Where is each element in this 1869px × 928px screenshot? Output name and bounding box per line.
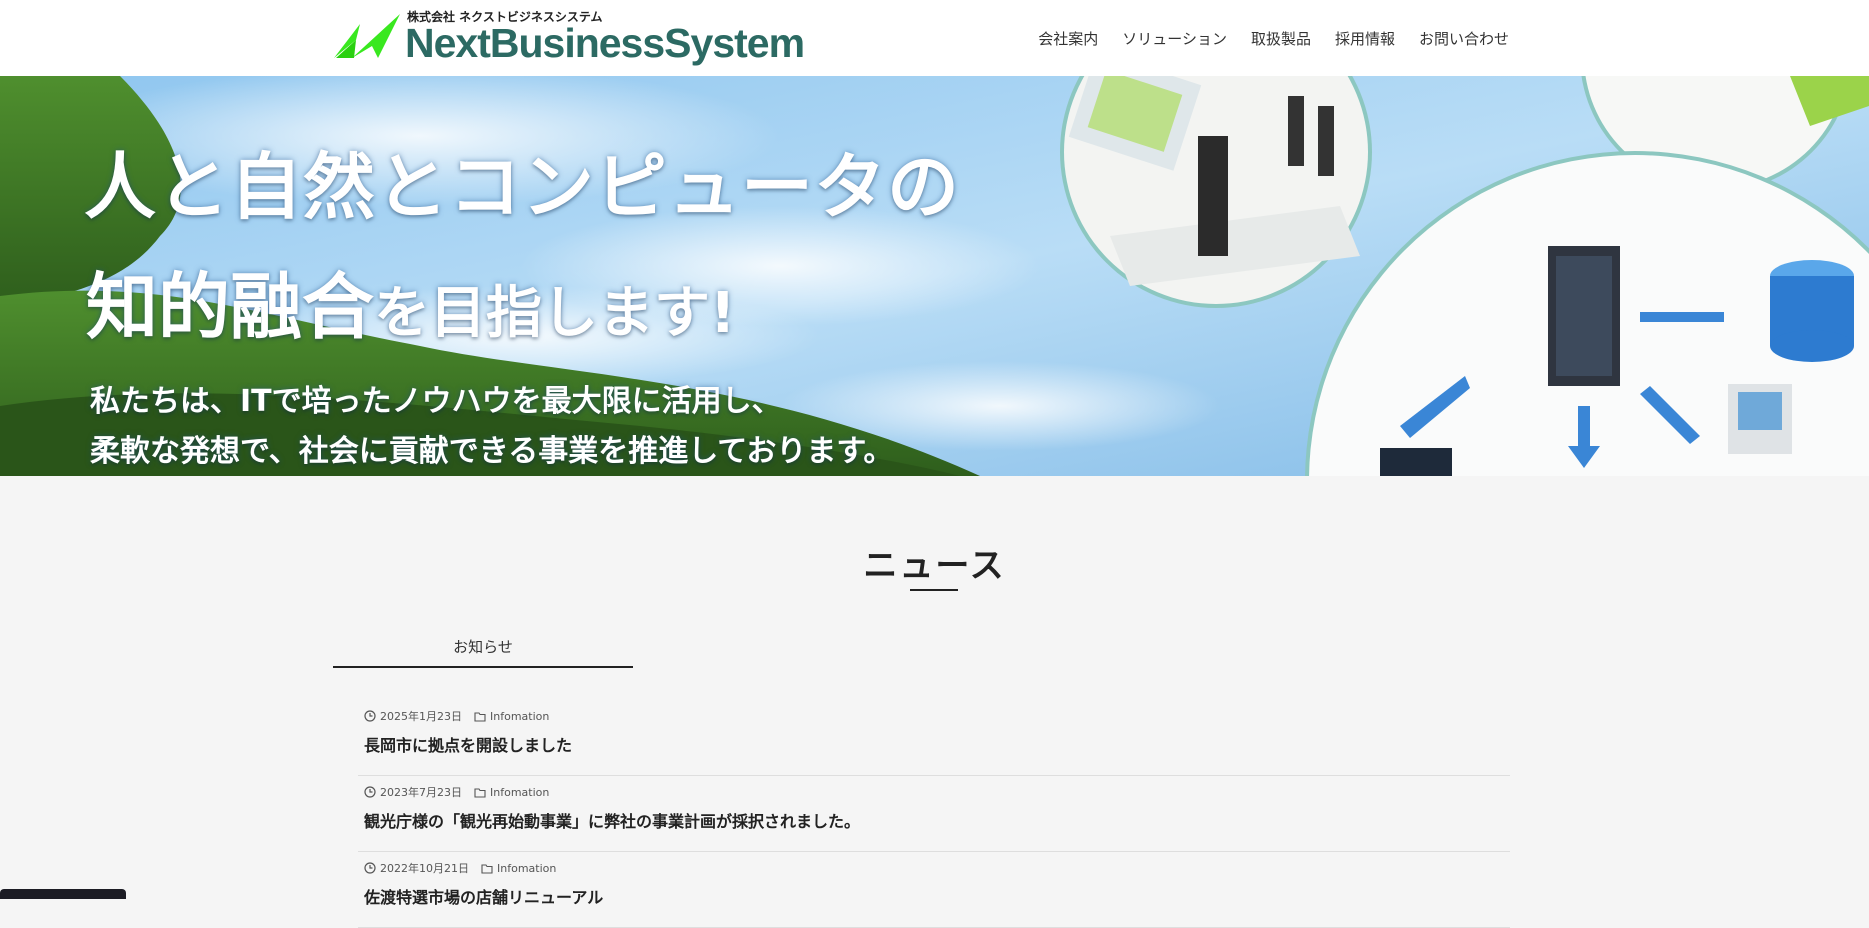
floating-bottom-tab[interactable] [0,889,126,899]
hero-headline-line2: 知的融合を目指します! [86,248,736,353]
folder-icon [474,787,486,798]
tab-announcements[interactable]: お知らせ [333,636,633,668]
hero-headline-line1: 人と自然とコンピュータの [84,145,961,229]
nav-contact[interactable]: お問い合わせ [1407,28,1521,49]
news-category[interactable]: Infomation [490,786,549,799]
news-headline-link[interactable]: 佐渡特選市場の店舗リニューアル [364,884,603,908]
main-nav: 会社案内 ソリューション 取扱製品 採用情報 お問い合わせ [1026,28,1521,49]
logo-wordmark: NextBusinessSystem [405,20,805,66]
clock-icon [364,710,376,722]
site-logo[interactable]: 株式会社 ネクストビジネスシステム NextBusinessSystem [334,8,805,68]
news-meta: 2022年10月21日 Infomation [364,860,556,876]
hero-banner: 人と自然とコンピュータの 知的融合を目指します! 私たちは、ITで培ったノウハウ… [0,76,1869,476]
logo-mark-icon [334,14,400,58]
news-title-underline [910,589,958,591]
news-date: 2023年7月23日 [380,786,462,799]
news-date: 2025年1月23日 [380,710,462,723]
news-item: 2023年7月23日 Infomation 観光庁様の「観光再始動事業」に弊社の… [358,776,1510,852]
news-section-title: ニュース [863,546,1006,586]
news-item: 2025年1月23日 Infomation 長岡市に拠点を開設しました [358,700,1510,776]
site-header: 株式会社 ネクストビジネスシステム NextBusinessSystem 会社案… [0,0,1869,76]
nav-solutions[interactable]: ソリューション [1110,28,1239,49]
news-category[interactable]: Infomation [490,710,549,723]
hero-headline-suffix: を目指します! [374,281,736,346]
clock-icon [364,862,376,874]
hero-subtext-line1: 私たちは、ITで培ったノウハウを最大限に活用し、 [90,384,782,419]
hero-subtext-line2: 柔軟な発想で、社会に貢献できる事業を推進しております。 [90,434,894,469]
nav-recruit[interactable]: 採用情報 [1323,28,1407,49]
news-headline-link[interactable]: 観光庁様の「観光再始動事業」に弊社の事業計画が採択されました。 [364,808,860,832]
news-meta: 2025年1月23日 Infomation [364,708,549,724]
folder-icon [474,711,486,722]
news-headline-link[interactable]: 長岡市に拠点を開設しました [364,732,572,756]
nav-products[interactable]: 取扱製品 [1239,28,1323,49]
clock-icon [364,786,376,798]
news-date: 2022年10月21日 [380,862,469,875]
news-item: 2022年10月21日 Infomation 佐渡特選市場の店舗リニューアル [358,852,1510,928]
folder-icon [481,863,493,874]
nav-company[interactable]: 会社案内 [1026,28,1110,49]
news-list: 2025年1月23日 Infomation 長岡市に拠点を開設しました 2023… [358,700,1510,928]
news-meta: 2023年7月23日 Infomation [364,784,549,800]
hero-headline-emphasis: 知的融合 [86,265,375,349]
news-category[interactable]: Infomation [497,862,556,875]
